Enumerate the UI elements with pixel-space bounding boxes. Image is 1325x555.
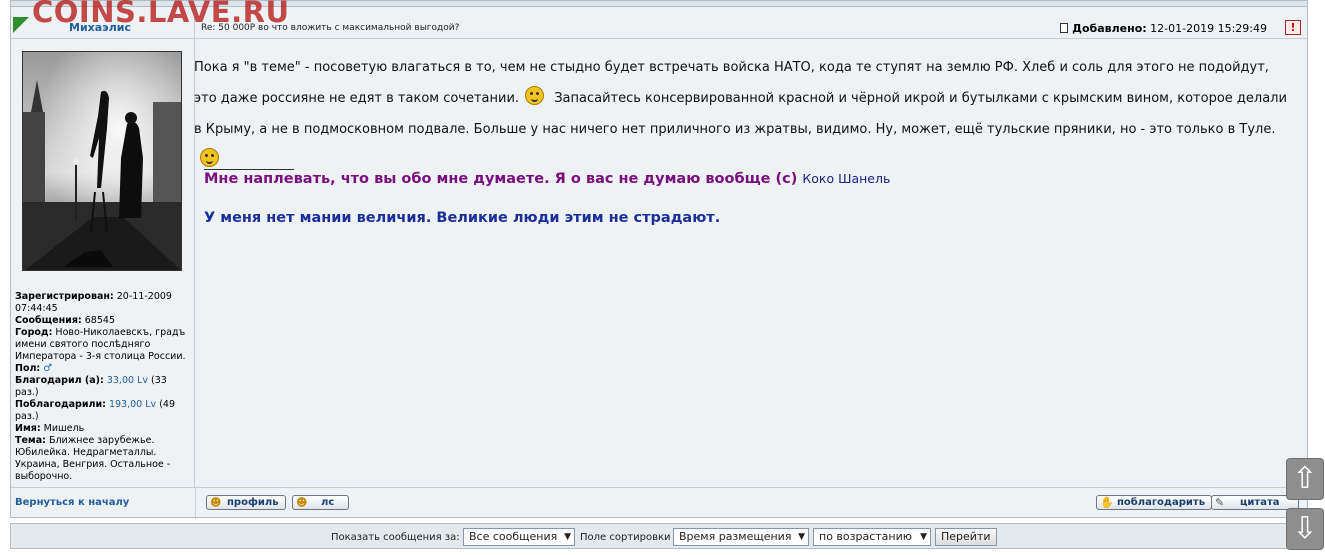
back-to-top-link[interactable]: Вернуться к началу [15,497,129,508]
private-message-button[interactable]: ☻ лс [292,495,350,510]
users-icon: ☻ [296,496,308,509]
show-messages-label: Показать сообщения за: [331,532,460,543]
author-sidebar: Зарегистрирован: 20-11-2009 07:44:45 Соо… [11,39,195,487]
post-footer: Вернуться к началу ☻ профиль ☻ лс ✋ поблаго… [11,487,1307,519]
sort-field-select[interactable]: Время размещения ▼ [673,528,809,546]
new-post-marker-icon [13,17,29,33]
thanks-received-link[interactable]: 193,00 Lv [109,399,156,410]
scroll-up-icon[interactable]: ⇧ [1286,458,1324,500]
profile-name: Имя: Мишель [15,423,85,434]
thumbs-up-icon: ✋ [1100,496,1114,509]
added-value: 12-01-2019 15:29:49 [1150,22,1267,35]
report-icon[interactable]: ! [1285,20,1301,35]
chevron-down-icon: ▼ [798,532,805,542]
profile-thanks-received: Поблагодарили: 193,00 Lv (49 раз.) [15,399,175,422]
site-watermark: COINS.LAVE.RU [32,0,290,29]
scroll-down-icon[interactable]: ⇩ [1286,508,1324,550]
profile-info: Зарегистрирован: 20-11-2009 07:44:45 Соо… [15,291,193,483]
chevron-down-icon: ▼ [564,532,571,542]
chevron-down-icon: ▼ [920,532,927,542]
profile-button[interactable]: ☻ профиль [206,495,286,510]
user-icon: ☻ [210,496,222,509]
thanked-link[interactable]: 33,00 Lv [107,375,148,386]
avatar-image [23,52,181,270]
sort-order-select[interactable]: по возрастанию ▼ [813,528,931,546]
speech-bubble-icon: ✎ [1215,496,1225,509]
show-messages-select[interactable]: Все сообщения ▼ [463,528,575,546]
document-icon [1060,23,1069,33]
profile-city: Город: Ново-Николаевскъ, градъ имени свя… [15,327,186,362]
profile-messages: Сообщения: 68545 [15,315,115,326]
thank-button[interactable]: ✋ поблагодарить [1096,495,1213,510]
signature-quote-2: У меня нет мании величия. Великие люди э… [204,210,721,226]
profile-topic: Тема: Ближнее зарубежье. Юбилейка. Недра… [15,435,171,482]
smile-icon [525,86,545,105]
profile-thanked: Благодарил (а): 33,00 Lv (33 раз.) [15,375,167,398]
display-options-bar: Показать сообщения за: Все сообщения ▼ По… [10,523,1308,549]
signature-quote-1: Мне наплевать, что вы обо мне думаете. Я… [204,171,891,187]
footer-divider [195,488,196,519]
profile-sex: Пол: ♂ [15,363,53,374]
post-added-date: Добавлено: 12-01-2019 15:29:49 [1060,22,1267,35]
added-label: Добавлено: [1072,22,1147,35]
go-button[interactable]: Перейти [935,528,997,546]
sort-field-label: Поле сортировки [580,532,671,543]
post-body: Пока я "в теме" - посоветую влагаться в … [194,52,1289,176]
avatar [22,51,182,271]
profile-registered: Зарегистрирован: 20-11-2009 07:44:45 [15,291,172,314]
signature-separator: _______________ [204,156,294,170]
signature-quote-1-author: Коко Шанель [802,171,891,186]
male-icon: ♂ [43,363,53,374]
